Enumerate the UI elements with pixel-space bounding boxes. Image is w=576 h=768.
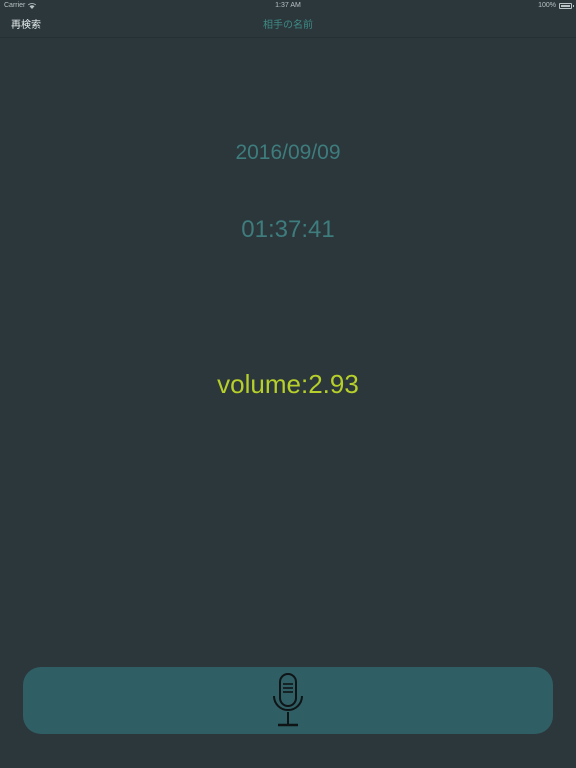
time-label: 01:37:41 bbox=[241, 216, 335, 243]
volume-label: volume:2.93 bbox=[217, 369, 359, 399]
status-right: 100% bbox=[538, 2, 574, 9]
microphone-icon bbox=[273, 672, 303, 726]
status-bar: Carrier 1:37 AM 100% bbox=[0, 0, 576, 12]
battery-fill bbox=[561, 4, 570, 7]
nav-title: 相手の名前 bbox=[263, 20, 313, 31]
date-label: 2016/09/09 bbox=[235, 141, 341, 164]
battery-icon bbox=[559, 2, 574, 9]
battery-percent: 100% bbox=[538, 2, 556, 9]
app-screen: Carrier 1:37 AM 100% 再検索 相手の名前 2016/09/0… bbox=[0, 0, 576, 768]
status-time: 1:37 AM bbox=[275, 2, 301, 9]
navigation-bar: 再検索 相手の名前 bbox=[0, 12, 576, 38]
record-button[interactable] bbox=[23, 667, 553, 734]
